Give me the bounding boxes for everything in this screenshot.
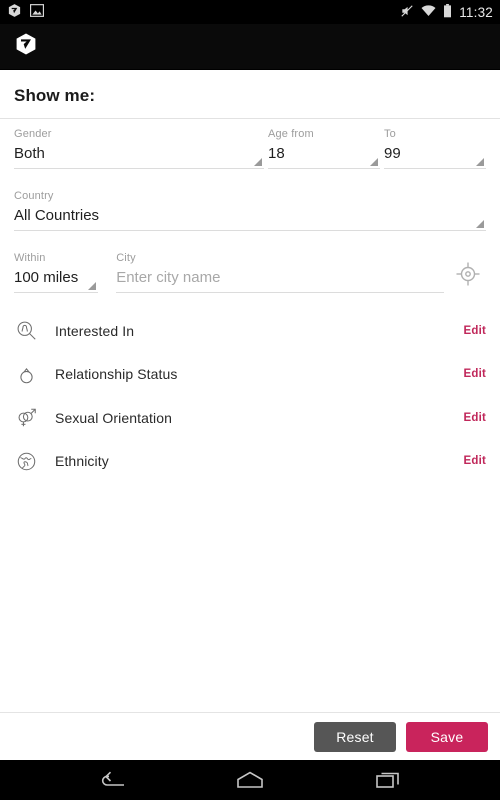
age-from-underline	[268, 168, 380, 169]
back-icon[interactable]	[95, 767, 129, 793]
country-value: All Countries	[14, 207, 100, 224]
edit-link[interactable]: Edit	[463, 325, 486, 337]
chevron-down-icon	[88, 282, 97, 290]
distance-city-row: Within 100 miles City Enter city name	[0, 243, 500, 293]
age-from-spinner[interactable]: Age from 18	[268, 127, 380, 169]
edit-link[interactable]: Edit	[463, 412, 486, 424]
city-input[interactable]: Enter city name	[116, 267, 444, 288]
gender-spinner[interactable]: Gender Both	[14, 127, 264, 169]
filter-form: Show me: Gender Both Age from 18 To 99 C…	[0, 70, 500, 712]
status-bar-left-icons	[7, 3, 44, 21]
list-item-label: Relationship Status	[55, 366, 178, 383]
within-value: 100 miles	[14, 269, 79, 286]
android-navigation-bar	[0, 760, 500, 800]
globe-icon	[14, 451, 38, 472]
list-item-sexual-orientation[interactable]: Sexual Orientation Edit	[0, 396, 500, 440]
wifi-icon	[421, 4, 436, 20]
country-label: Country	[14, 190, 54, 202]
battery-icon	[443, 3, 452, 21]
status-bar: 11:32	[0, 0, 500, 24]
list-item-ethnicity[interactable]: Ethnicity Edit	[0, 440, 500, 484]
edit-link[interactable]: Edit	[463, 368, 486, 380]
chevron-down-icon	[476, 158, 484, 166]
crosshair-location-icon	[456, 262, 480, 291]
app-logo-icon[interactable]	[14, 32, 38, 61]
gender-value: Both	[14, 145, 45, 162]
chevron-down-icon	[476, 220, 484, 228]
gender-label: Gender	[14, 128, 52, 140]
list-item-interested-in[interactable]: Interested In Edit	[0, 309, 500, 353]
city-underline	[116, 292, 444, 293]
mute-icon	[400, 4, 414, 21]
country-row: Country All Countries	[0, 181, 500, 231]
age-from-value: 18	[268, 145, 285, 162]
list-item-label: Ethnicity	[55, 453, 109, 470]
within-label: Within	[14, 252, 46, 264]
age-to-spinner[interactable]: To 99	[384, 127, 486, 169]
age-to-value: 99	[384, 145, 401, 162]
reset-button[interactable]: Reset	[314, 721, 396, 752]
save-button[interactable]: Save	[406, 721, 488, 752]
screenshot-image-icon	[30, 4, 44, 20]
edit-link[interactable]: Edit	[463, 455, 486, 467]
recents-icon[interactable]	[371, 767, 405, 793]
app-logo-icon	[7, 3, 22, 21]
action-footer: Reset Save	[0, 712, 500, 760]
interested-in-icon	[14, 320, 38, 341]
city-label: City	[116, 252, 136, 264]
sexual-orientation-icon	[14, 407, 38, 428]
page-title: Show me:	[14, 86, 96, 105]
city-input-wrapper[interactable]: City Enter city name	[116, 251, 444, 293]
list-item-relationship-status[interactable]: Relationship Status Edit	[0, 353, 500, 397]
chevron-down-icon	[254, 158, 262, 166]
age-to-underline	[384, 168, 486, 169]
home-icon[interactable]	[233, 767, 267, 793]
action-bar	[0, 24, 500, 70]
within-distance-spinner[interactable]: Within 100 miles	[14, 251, 99, 293]
status-bar-clock: 11:32	[459, 4, 493, 20]
country-spinner[interactable]: Country All Countries	[14, 189, 486, 231]
locate-me-button[interactable]	[450, 262, 486, 293]
age-to-label: To	[384, 128, 396, 140]
filter-categories-list: Interested In Edit Relationship Status E…	[0, 309, 500, 483]
within-underline	[14, 292, 99, 293]
chevron-down-icon	[370, 158, 378, 166]
country-underline	[14, 230, 486, 231]
age-from-label: Age from	[268, 128, 314, 140]
list-item-label: Interested In	[55, 322, 135, 339]
relationship-ring-icon	[14, 364, 38, 385]
list-item-label: Sexual Orientation	[55, 409, 172, 426]
gender-age-row: Gender Both Age from 18 To 99	[0, 119, 500, 169]
gender-underline	[14, 168, 264, 169]
status-bar-right-icons: 11:32	[400, 3, 493, 21]
